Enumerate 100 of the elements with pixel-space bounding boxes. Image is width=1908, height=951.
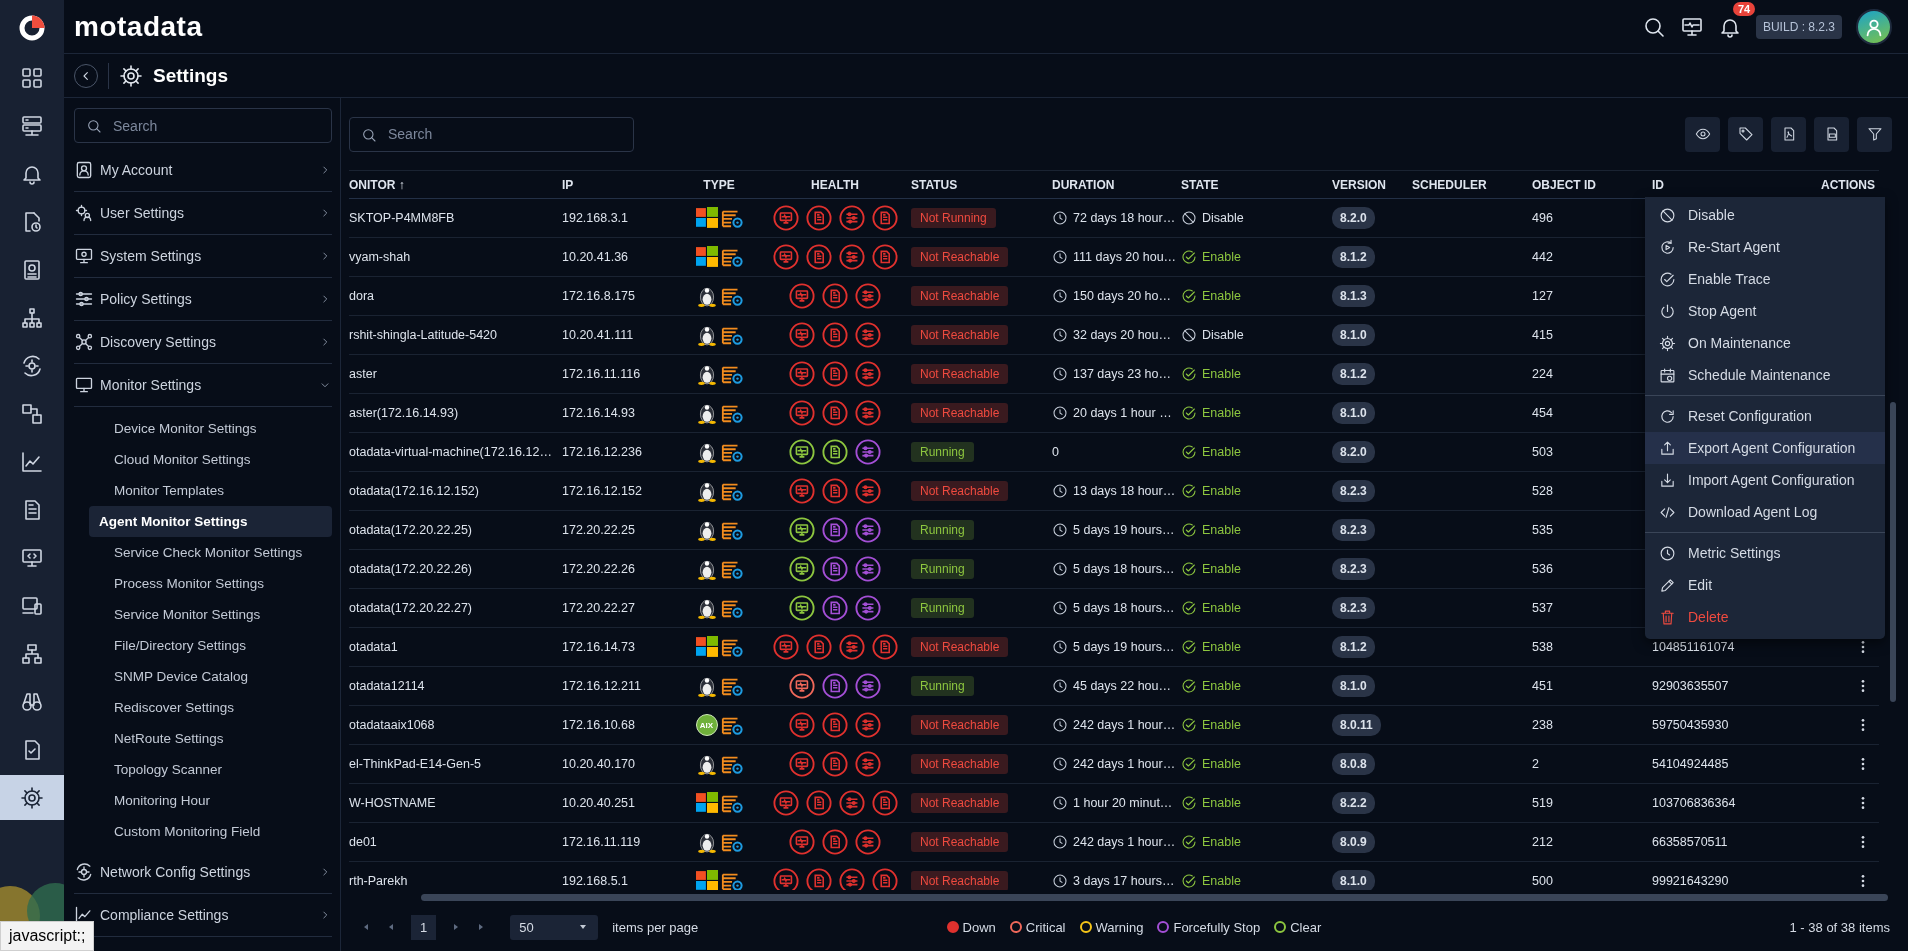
monitor-status-icon[interactable]	[789, 400, 815, 426]
sidebar-section[interactable]: Policy Settings	[74, 278, 332, 321]
monitor-status-icon[interactable]	[789, 595, 815, 621]
monitor-status-icon[interactable]	[772, 205, 799, 231]
file-status-icon[interactable]	[822, 322, 848, 348]
monitor-status-icon[interactable]	[772, 868, 799, 890]
list-status-icon[interactable]	[855, 478, 881, 504]
monitor-status-icon[interactable]	[772, 790, 799, 816]
list-status-icon[interactable]	[838, 634, 865, 660]
file-status-icon[interactable]	[805, 244, 832, 270]
menu-item[interactable]: Import Agent Configuration	[1645, 464, 1885, 496]
sidebar-item[interactable]: NetRoute Settings	[89, 723, 332, 754]
file-status-icon[interactable]	[822, 361, 848, 387]
pdf-button[interactable]	[1771, 116, 1806, 152]
document-status-icon[interactable]	[871, 205, 898, 231]
sidebar-item[interactable]: File/Directory Settings	[89, 630, 332, 661]
list-status-icon[interactable]	[855, 400, 881, 426]
list-status-icon[interactable]	[855, 595, 881, 621]
menu-item[interactable]: Schedule Maintenance	[1645, 359, 1885, 391]
sidebar-item[interactable]: SNMP Device Catalog	[89, 661, 332, 692]
file-status-icon[interactable]	[805, 868, 832, 890]
menu-item[interactable]: Disable	[1645, 199, 1885, 231]
monitor-status-icon[interactable]	[772, 244, 799, 270]
list-status-icon[interactable]	[855, 751, 881, 777]
monitor-status-icon[interactable]	[789, 673, 815, 699]
menu-item[interactable]: Delete	[1645, 601, 1885, 633]
monitor-status-icon[interactable]	[789, 322, 815, 348]
document-status-icon[interactable]	[871, 244, 898, 270]
monitor-status-icon[interactable]	[789, 361, 815, 387]
column-header[interactable]: STATUS	[911, 177, 1052, 192]
sidebar-section[interactable]: Discovery Settings	[74, 321, 332, 364]
monitor-status-icon[interactable]	[789, 439, 815, 465]
column-header[interactable]: ONITOR ↑	[349, 177, 562, 192]
file-status-icon[interactable]	[805, 790, 832, 816]
sidebar-item[interactable]: Monitoring Hour	[89, 785, 332, 816]
file-status-icon[interactable]	[822, 751, 848, 777]
list-status-icon[interactable]	[838, 244, 865, 270]
search-field[interactable]: Search	[74, 108, 332, 143]
sidebar-item[interactable]: Monitor Templates	[89, 475, 332, 506]
filter-button[interactable]	[1857, 116, 1892, 152]
menu-item[interactable]: Stop Agent	[1645, 295, 1885, 327]
column-header[interactable]: VERSION	[1332, 177, 1412, 192]
sidebar-item[interactable]: Cloud Monitor Settings	[89, 444, 332, 475]
file-status-icon[interactable]	[805, 634, 832, 660]
file-status-icon[interactable]	[822, 556, 848, 582]
list-status-icon[interactable]	[855, 361, 881, 387]
list-status-icon[interactable]	[855, 283, 881, 309]
file-status-icon[interactable]	[822, 517, 848, 543]
file-status-icon[interactable]	[822, 673, 848, 699]
document-status-icon[interactable]	[871, 634, 898, 660]
column-header[interactable]: ACTIONS	[1809, 177, 1879, 192]
menu-item[interactable]: Enable Trace	[1645, 263, 1885, 295]
sidebar-item[interactable]: Service Monitor Settings	[89, 599, 332, 630]
file-status-icon[interactable]	[805, 205, 832, 231]
monitor-status-icon[interactable]	[789, 556, 815, 582]
file-status-icon[interactable]	[822, 595, 848, 621]
page-number[interactable]: 1	[411, 914, 437, 940]
sidebar-section[interactable]: User Settings	[74, 192, 332, 235]
list-status-icon[interactable]	[838, 205, 865, 231]
file-status-icon[interactable]	[822, 829, 848, 855]
menu-item[interactable]: Metric Settings	[1645, 537, 1885, 569]
list-status-icon[interactable]	[855, 712, 881, 738]
search-field[interactable]: Search	[349, 116, 634, 152]
file-status-icon[interactable]	[822, 478, 848, 504]
column-header[interactable]: IP	[562, 177, 679, 192]
list-status-icon[interactable]	[855, 829, 881, 855]
column-header[interactable]: STATE	[1181, 177, 1332, 192]
list-status-icon[interactable]	[855, 517, 881, 543]
nav-item[interactable]	[0, 775, 64, 820]
tag-button[interactable]	[1728, 116, 1763, 152]
menu-item[interactable]: Export Agent Configuration	[1645, 432, 1885, 464]
column-header[interactable]: SCHEDULER	[1412, 177, 1532, 192]
monitor-status-icon[interactable]	[789, 517, 815, 543]
monitor-status-icon[interactable]	[789, 283, 815, 309]
sidebar-item[interactable]: Rediscover Settings	[89, 692, 332, 723]
column-header[interactable]: HEALTH	[759, 177, 911, 192]
page-size-select[interactable]: 50	[510, 914, 599, 940]
sidebar-item[interactable]: Agent Monitor Settings	[89, 506, 332, 537]
file-status-icon[interactable]	[822, 400, 848, 426]
monitor-status-icon[interactable]	[772, 634, 799, 660]
sidebar-item[interactable]: Service Check Monitor Settings	[89, 537, 332, 568]
menu-item[interactable]: Edit	[1645, 569, 1885, 601]
list-status-icon[interactable]	[855, 556, 881, 582]
list-status-icon[interactable]	[838, 790, 865, 816]
column-header[interactable]: OBJECT ID	[1532, 177, 1652, 192]
menu-item[interactable]: On Maintenance	[1645, 327, 1885, 359]
document-status-icon[interactable]	[871, 868, 898, 890]
sidebar-section[interactable]: Monitor Settings	[74, 364, 332, 407]
monitor-status-icon[interactable]	[789, 712, 815, 738]
menu-item[interactable]: Reset Configuration	[1645, 400, 1885, 432]
list-status-icon[interactable]	[855, 439, 881, 465]
list-status-icon[interactable]	[855, 322, 881, 348]
column-header[interactable]: TYPE	[679, 177, 759, 192]
sidebar-item[interactable]: Topology Scanner	[89, 754, 332, 785]
monitor-status-icon[interactable]	[789, 829, 815, 855]
horizontal-scrollbar[interactable]	[421, 894, 1888, 901]
menu-item[interactable]: Download Agent Log	[1645, 496, 1885, 528]
file-status-icon[interactable]	[822, 439, 848, 465]
sidebar-item[interactable]: Custom Monitoring Field	[89, 816, 332, 847]
monitor-status-icon[interactable]	[789, 751, 815, 777]
